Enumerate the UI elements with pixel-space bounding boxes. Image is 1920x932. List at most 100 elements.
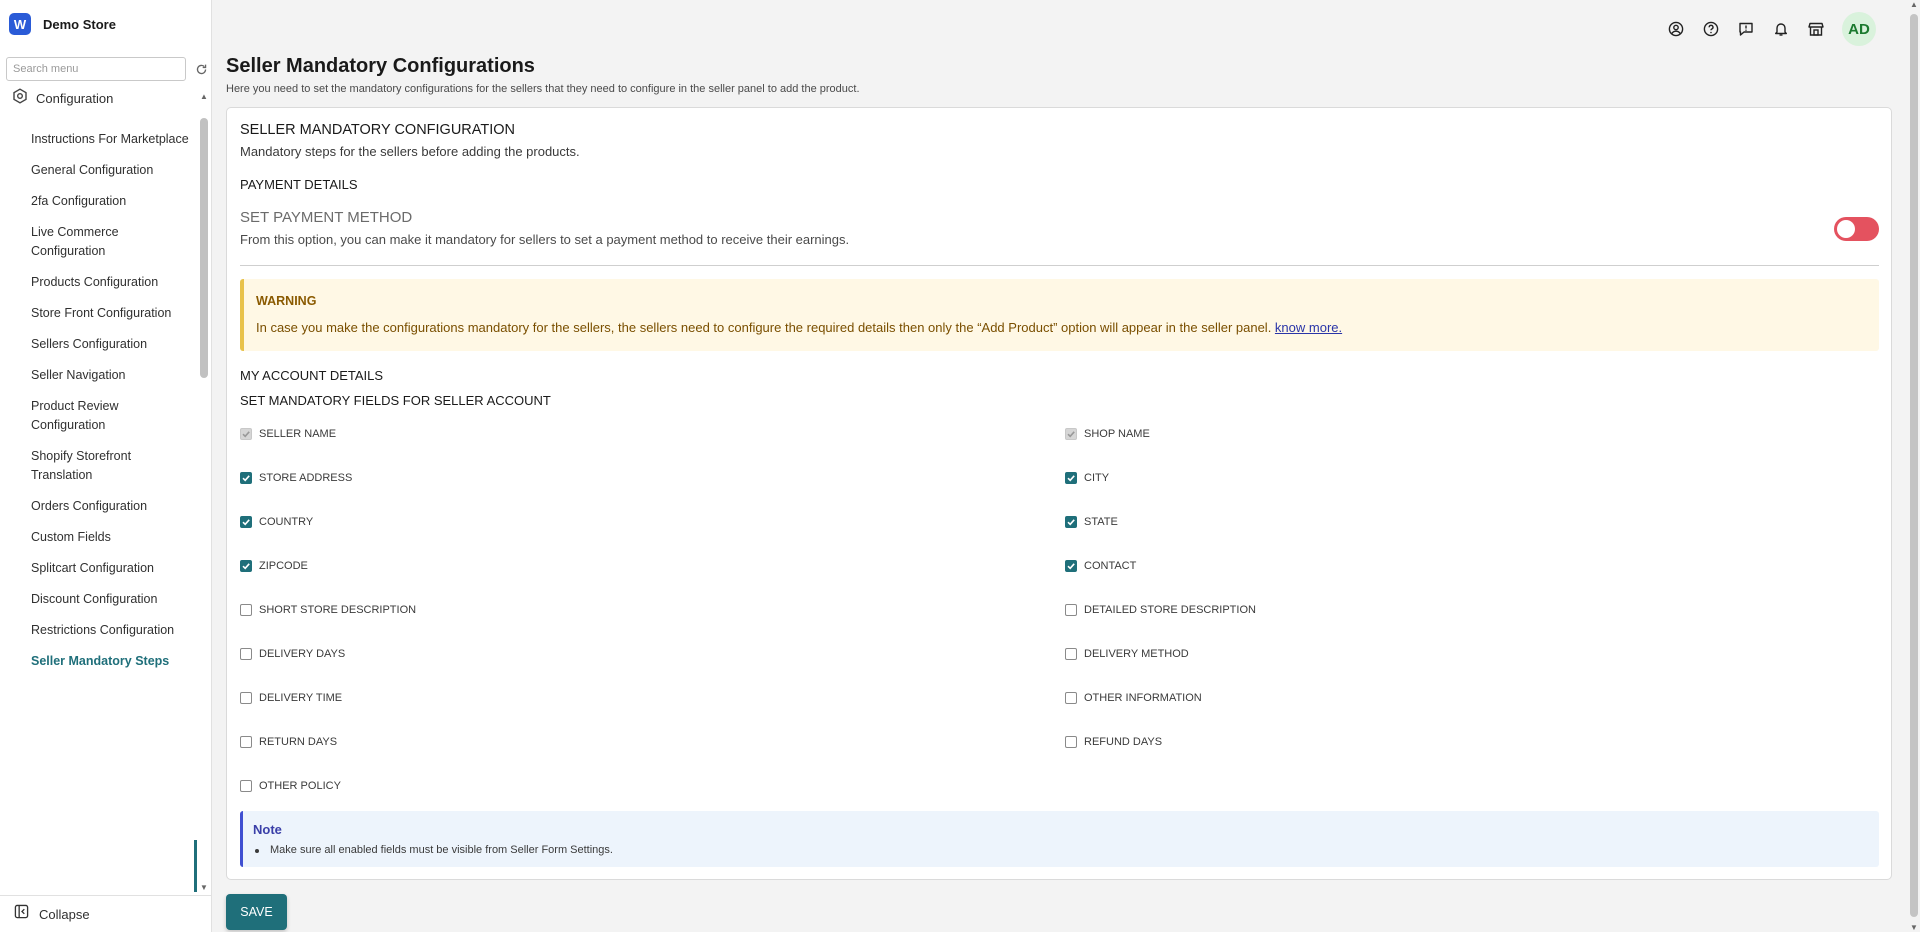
field-checkbox-row[interactable]: OTHER POLICY <box>240 778 341 794</box>
field-label: STATE <box>1084 516 1118 528</box>
field-checkbox-row[interactable]: REFUND DAYS <box>1065 734 1162 750</box>
field-checkbox[interactable] <box>240 736 252 748</box>
field-label: DELIVERY TIME <box>259 692 343 704</box>
config-card: SELLER MANDATORY CONFIGURATION Mandatory… <box>226 107 1892 880</box>
field-label: CONTACT <box>1084 560 1137 572</box>
feedback-icon[interactable] <box>1737 20 1755 38</box>
sidebar-item[interactable]: Sellers Configuration <box>0 329 200 360</box>
sidebar-item[interactable]: Products Configuration <box>0 267 200 298</box>
field-checkbox-row[interactable]: OTHER INFORMATION <box>1065 690 1202 706</box>
help-icon[interactable] <box>1702 20 1720 38</box>
page-scroll-thumb[interactable] <box>1910 14 1918 917</box>
field-checkbox[interactable] <box>240 516 252 528</box>
sidebar-item[interactable]: Instructions For Marketplace <box>0 124 200 155</box>
field-checkbox[interactable] <box>1065 736 1077 748</box>
sidebar-item[interactable]: Product Review Configuration <box>0 391 200 441</box>
section-label: Configuration <box>36 90 114 106</box>
page-scrollbar[interactable]: ▲ ▼ <box>1907 0 1920 932</box>
field-checkbox-row[interactable]: SHOP NAME <box>1065 426 1150 442</box>
field-checkbox[interactable] <box>1065 692 1077 704</box>
sidebar-item[interactable]: General Configuration <box>0 155 200 186</box>
warning-banner: WARNING In case you make the configurati… <box>240 279 1879 351</box>
field-checkbox <box>1065 428 1077 440</box>
field-checkbox-row[interactable]: CONTACT <box>1065 558 1136 574</box>
scroll-down-arrow-icon[interactable]: ▼ <box>200 883 208 892</box>
field-label: DELIVERY METHOD <box>1084 648 1189 660</box>
store-name: Demo Store <box>43 16 116 32</box>
note-text: Make sure all enabled fields must be vis… <box>270 844 613 856</box>
field-checkbox-row[interactable]: STATE <box>1065 514 1118 530</box>
field-label: DETAILED STORE DESCRIPTION <box>1084 604 1256 616</box>
sidebar-menu: Instructions For Marketplace General Conf… <box>0 124 200 894</box>
field-checkbox-row[interactable]: COUNTRY <box>240 514 313 530</box>
field-label: CITY <box>1084 472 1110 484</box>
field-label: SHORT STORE DESCRIPTION <box>259 604 417 616</box>
topbar: AD <box>1667 12 1876 46</box>
avatar[interactable]: AD <box>1842 12 1876 46</box>
field-checkbox-row[interactable]: STORE ADDRESS <box>240 470 352 486</box>
page-title: Seller Mandatory Configurations <box>226 55 535 77</box>
sidebar-item[interactable]: Live Commerce Configuration <box>0 217 200 267</box>
field-checkbox-row[interactable]: CITY <box>1065 470 1109 486</box>
payment-method-description: From this option, you can make it mandat… <box>240 232 850 247</box>
menu-search-row <box>0 48 211 81</box>
field-label: STORE ADDRESS <box>259 472 353 484</box>
page-scroll-down-icon[interactable]: ▼ <box>1910 923 1918 932</box>
field-label: SELLER NAME <box>259 428 337 440</box>
field-label: SHOP NAME <box>1084 428 1150 440</box>
field-checkbox[interactable] <box>240 472 252 484</box>
field-label: REFUND DAYS <box>1084 736 1163 748</box>
sidebar-item[interactable]: Custom Fields <box>0 522 200 553</box>
field-checkbox-row[interactable]: SHORT STORE DESCRIPTION <box>240 602 416 618</box>
field-checkbox[interactable] <box>240 604 252 616</box>
page-subtitle: Here you need to set the mandatory confi… <box>226 83 860 95</box>
collapse-button[interactable]: Collapse <box>0 895 212 932</box>
sidebar: W Demo Store Configuration Instructions … <box>0 0 212 932</box>
page-scroll-up-icon[interactable]: ▲ <box>1910 0 1918 9</box>
user-circle-icon[interactable] <box>1667 20 1685 38</box>
sidebar-item[interactable]: Orders Configuration <box>0 491 200 522</box>
refresh-icon[interactable] <box>194 62 208 76</box>
field-checkbox[interactable] <box>240 648 252 660</box>
field-checkbox-row[interactable]: DELIVERY DAYS <box>240 646 345 662</box>
section-configuration[interactable]: Configuration <box>0 84 211 112</box>
sidebar-item[interactable]: Restrictions Configuration <box>0 615 200 646</box>
payment-method-toggle[interactable] <box>1834 217 1879 241</box>
menu-search-input[interactable] <box>6 57 186 81</box>
sidebar-item[interactable]: Seller Mandatory Steps <box>0 646 200 677</box>
sidebar-item[interactable]: 2fa Configuration <box>0 186 200 217</box>
collapse-label: Collapse <box>39 906 90 922</box>
field-checkbox-row[interactable]: DELIVERY TIME <box>240 690 342 706</box>
field-checkbox[interactable] <box>1065 516 1077 528</box>
sidebar-item[interactable]: Splitcart Configuration <box>0 553 200 584</box>
store-icon[interactable] <box>1807 20 1825 38</box>
sidebar-item[interactable]: Discount Configuration <box>0 584 200 615</box>
know-more-link[interactable]: know more. <box>1275 320 1342 335</box>
sidebar-scrollbar[interactable]: ▲ ▼ <box>199 92 209 892</box>
field-checkbox[interactable] <box>1065 472 1077 484</box>
field-checkbox-row[interactable]: SELLER NAME <box>240 426 336 442</box>
sidebar-scroll-thumb[interactable] <box>200 118 208 378</box>
sidebar-item[interactable]: Store Front Configuration <box>0 298 200 329</box>
sidebar-item[interactable]: Shopify Storefront Translation <box>0 441 200 491</box>
field-checkbox-row[interactable]: ZIPCODE <box>240 558 308 574</box>
field-checkbox[interactable] <box>1065 560 1077 572</box>
field-checkbox[interactable] <box>1065 648 1077 660</box>
field-label: OTHER POLICY <box>259 780 341 792</box>
field-checkbox[interactable] <box>1065 604 1077 616</box>
scroll-up-arrow-icon[interactable]: ▲ <box>200 92 208 101</box>
toggle-knob <box>1837 220 1855 238</box>
field-checkbox[interactable] <box>240 560 252 572</box>
field-checkbox-row[interactable]: DETAILED STORE DESCRIPTION <box>1065 602 1256 618</box>
field-checkbox[interactable] <box>240 692 252 704</box>
field-checkbox-row[interactable]: RETURN DAYS <box>240 734 337 750</box>
bell-icon[interactable] <box>1772 20 1790 38</box>
brand[interactable]: W Demo Store <box>0 0 211 48</box>
card-subtitle: Mandatory steps for the sellers before a… <box>240 144 580 159</box>
field-label: OTHER INFORMATION <box>1084 692 1202 704</box>
sidebar-item[interactable]: Seller Navigation <box>0 360 200 391</box>
field-checkbox-row[interactable]: DELIVERY METHOD <box>1065 646 1189 662</box>
field-checkbox[interactable] <box>240 780 252 792</box>
save-button[interactable]: SAVE <box>226 894 287 930</box>
note-box: Note Make sure all enabled fields must b… <box>240 811 1879 867</box>
